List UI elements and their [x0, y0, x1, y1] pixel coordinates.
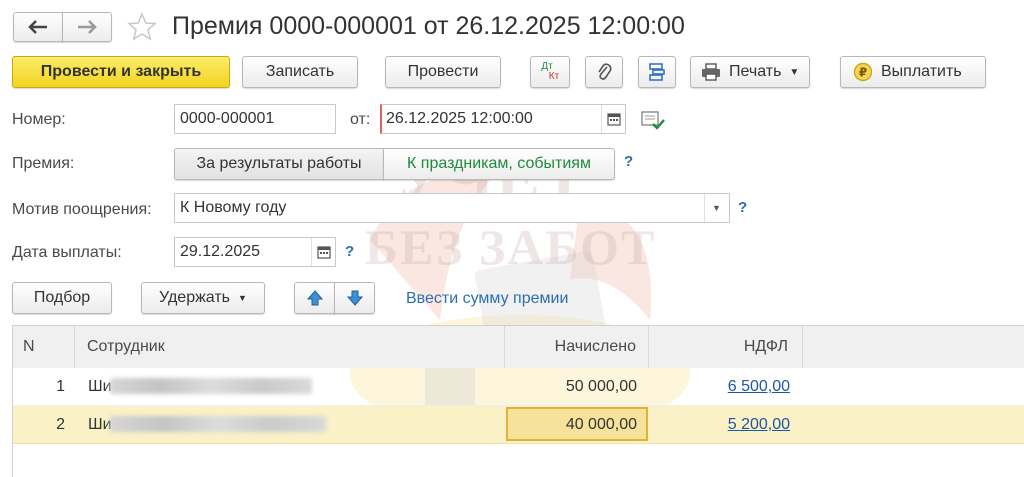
- date-value: 26.12.2025 12:00:00: [386, 110, 533, 127]
- payout-date-value: 29.12.2025: [180, 243, 261, 260]
- payout-help-icon[interactable]: ?: [345, 243, 354, 260]
- number-label: Номер:: [12, 111, 66, 128]
- dt-kt-button[interactable]: Дт Кт: [530, 56, 570, 88]
- date-from-label: от:: [350, 111, 371, 128]
- ndfl-link[interactable]: 6 500,00: [649, 369, 790, 405]
- employee-name-redacted: [110, 378, 312, 394]
- bonus-option-results[interactable]: За результаты работы: [174, 148, 384, 180]
- column-header-ndfl[interactable]: НДФЛ: [649, 326, 803, 368]
- post-and-close-button[interactable]: Провести и закрыть: [12, 56, 230, 88]
- motive-dropdown-button[interactable]: ▼: [704, 194, 728, 222]
- number-field[interactable]: 0000-000001: [174, 104, 336, 134]
- print-button[interactable]: Печать ▼: [690, 56, 810, 88]
- structure-button[interactable]: [638, 56, 676, 88]
- motive-label: Мотив поощрения:: [12, 201, 152, 218]
- accrued-cell: 40 000,00: [565, 416, 637, 433]
- move-up-button[interactable]: [294, 282, 335, 314]
- motive-select[interactable]: К Новому году: [174, 193, 730, 223]
- calendar-icon: [606, 113, 621, 126]
- arrow-left-icon: [28, 20, 47, 34]
- attach-button[interactable]: [585, 56, 623, 88]
- column-header-accrued[interactable]: Начислено: [505, 326, 649, 368]
- paperclip-icon: [598, 63, 612, 80]
- chevron-down-icon: ▼: [238, 293, 247, 303]
- employee-name-redacted: [110, 416, 326, 432]
- arrow-right-icon: [78, 20, 97, 34]
- svg-text:₽: ₽: [859, 66, 867, 80]
- move-down-button[interactable]: [334, 282, 375, 314]
- bonus-help-icon[interactable]: ?: [624, 153, 633, 170]
- status-check-icon: [641, 111, 665, 130]
- calendar-icon: [316, 246, 331, 259]
- back-button[interactable]: [13, 12, 63, 42]
- payout-calendar-button[interactable]: [311, 238, 335, 266]
- ndfl-link[interactable]: 5 200,00: [649, 407, 790, 443]
- enter-bonus-sum-link[interactable]: Ввести сумму премии: [406, 290, 568, 308]
- page-title: Премия 0000-000001 от 26.12.2025 12:00:0…: [172, 12, 685, 40]
- bonus-option-holidays[interactable]: К праздникам, событиям: [383, 148, 615, 180]
- chevron-down-icon: ▼: [712, 203, 721, 213]
- forward-button[interactable]: [62, 12, 112, 42]
- printer-icon: [702, 63, 720, 81]
- withhold-button[interactable]: Удержать ▼: [141, 282, 265, 314]
- column-header-employee[interactable]: Сотрудник: [75, 326, 505, 368]
- bonus-type-label: Премия:: [12, 155, 75, 172]
- row-number: 1: [56, 378, 65, 395]
- withhold-label: Удержать: [159, 289, 231, 306]
- employee-name: Ши: [88, 378, 112, 395]
- favorite-star-icon[interactable]: [126, 11, 158, 43]
- save-button[interactable]: Записать: [242, 56, 358, 88]
- column-header-filler: [803, 326, 1024, 368]
- motive-value: К Новому году: [180, 199, 287, 216]
- motive-help-icon[interactable]: ?: [738, 199, 747, 216]
- row-number: 2: [56, 416, 65, 433]
- kt-label: Кт: [548, 71, 560, 82]
- post-button[interactable]: Провести: [385, 56, 501, 88]
- date-calendar-button[interactable]: [601, 105, 625, 133]
- chevron-down-icon: ▼: [789, 66, 800, 78]
- select-button[interactable]: Подбор: [12, 282, 112, 314]
- employee-name: Ши: [88, 416, 112, 433]
- arrow-up-icon: [306, 290, 323, 306]
- payout-date-label: Дата выплаты:: [12, 244, 122, 261]
- ruble-coin-icon: ₽: [853, 62, 873, 82]
- pay-label: Выплатить: [881, 63, 962, 80]
- accrued-cell: 50 000,00: [565, 378, 637, 395]
- pay-button[interactable]: ₽ Выплатить: [840, 56, 986, 88]
- hierarchy-icon: [649, 63, 665, 81]
- watermark-text-line2: БЕЗ ЗАБОТ: [365, 219, 657, 275]
- column-header-n[interactable]: N: [13, 326, 75, 368]
- date-field[interactable]: 26.12.2025 12:00:00: [380, 104, 626, 134]
- arrow-down-icon: [346, 290, 363, 306]
- print-label: Печать: [729, 63, 782, 80]
